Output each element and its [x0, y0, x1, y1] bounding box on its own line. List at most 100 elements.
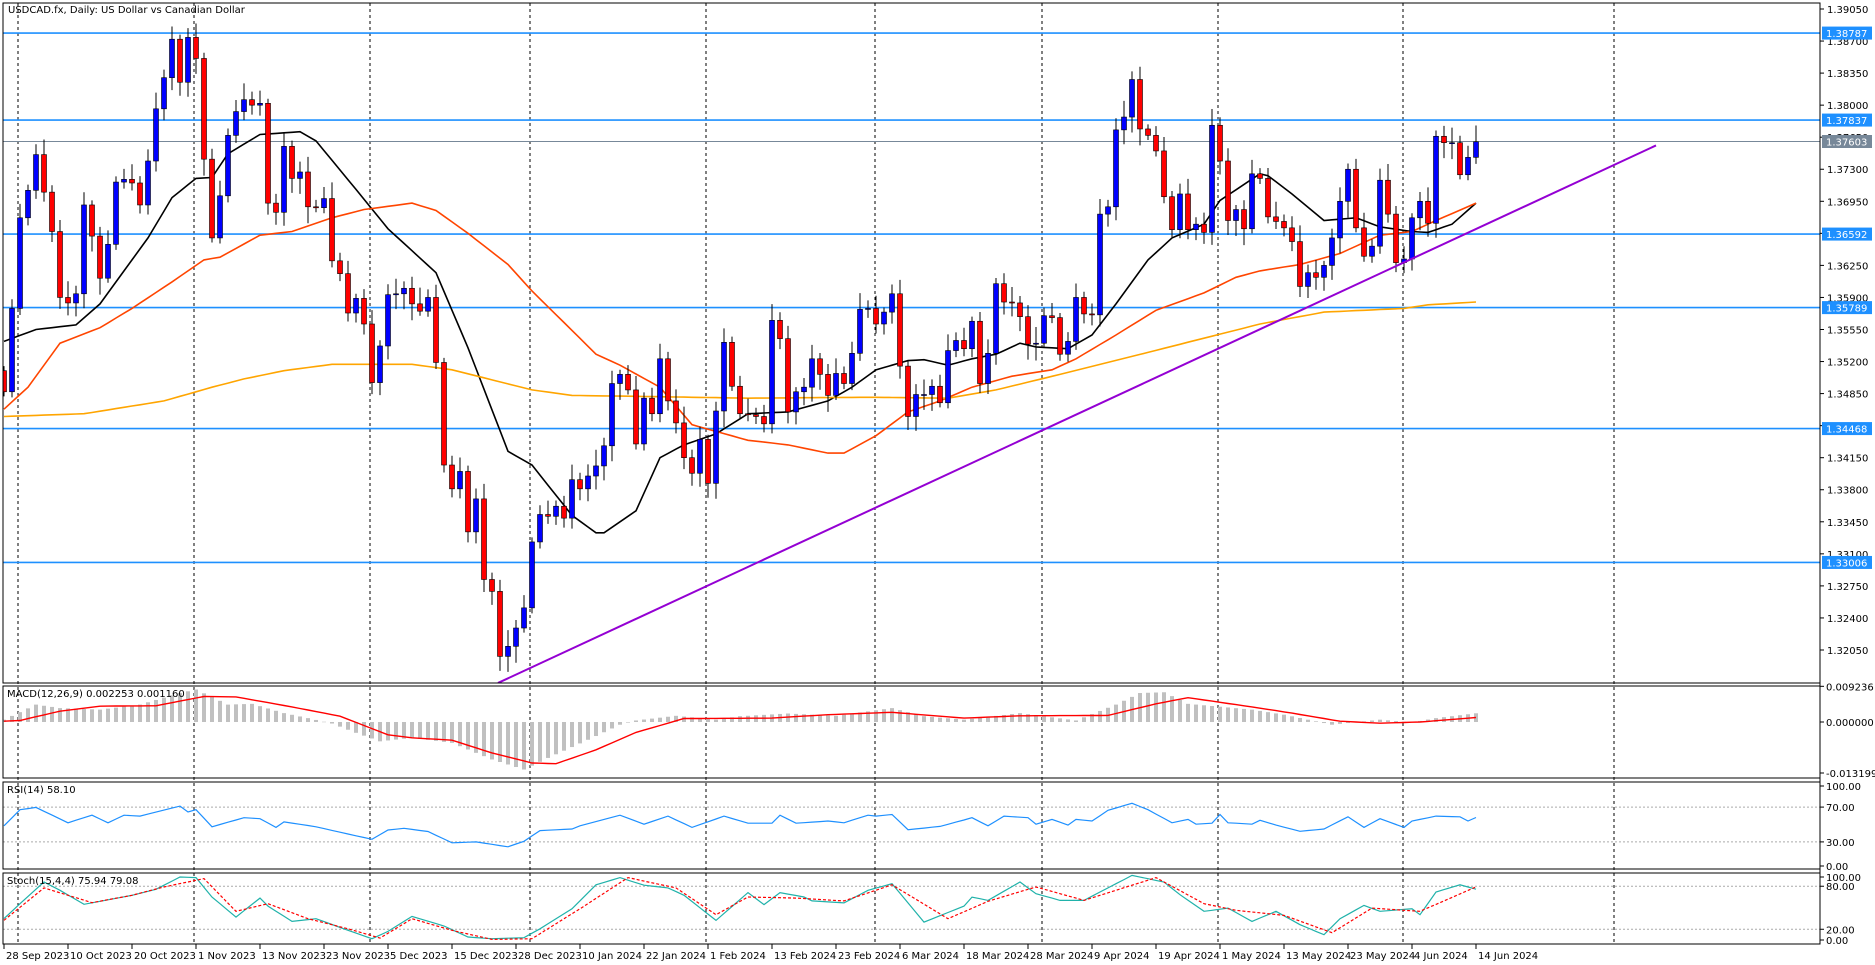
candle-body-bull	[73, 293, 79, 304]
candle-body-bull	[985, 353, 991, 384]
candle-body-bear	[785, 338, 791, 413]
candle[interactable]	[481, 483, 487, 592]
candle-body-bull	[793, 391, 799, 413]
candle-body-bull	[169, 38, 175, 78]
candle-body-bull	[953, 340, 959, 351]
candle-body-bull	[801, 386, 807, 393]
candle[interactable]	[81, 192, 87, 309]
candle[interactable]	[441, 357, 447, 473]
macd-histogram-bar	[322, 721, 326, 723]
candle[interactable]	[1377, 168, 1383, 254]
candle[interactable]	[897, 279, 903, 379]
price-tick-label: 1.39050	[1827, 5, 1868, 16]
candle-body-bear	[1057, 317, 1063, 355]
candle-body-bull	[569, 479, 575, 519]
chart-canvas[interactable]: 1.390501.387001.383501.380001.376501.373…	[0, 0, 1875, 965]
candle-body-bull	[457, 471, 463, 490]
macd-histogram-bar	[930, 716, 934, 722]
candle-body-bear	[273, 202, 279, 213]
candle-body-bear	[1225, 160, 1231, 221]
candle-body-bear	[737, 385, 743, 415]
candle-body-bear	[1281, 221, 1287, 229]
macd-histogram-bar	[1218, 706, 1222, 722]
candle[interactable]	[209, 148, 215, 243]
candle-body-bear	[1393, 213, 1399, 263]
candle[interactable]	[465, 465, 471, 543]
candle-body-bull	[721, 342, 727, 412]
macd-histogram-bar	[1082, 717, 1086, 722]
candle[interactable]	[993, 277, 999, 365]
candle[interactable]	[1433, 130, 1439, 238]
price-level-tag-label: 1.37837	[1826, 116, 1867, 127]
candle[interactable]	[433, 284, 439, 370]
candle-body-bull	[617, 374, 623, 384]
candle-body-bull	[321, 198, 327, 209]
macd-histogram-bar	[594, 722, 598, 737]
candle[interactable]	[57, 219, 63, 309]
candle-body-bear	[465, 471, 471, 533]
candle[interactable]	[1393, 206, 1399, 273]
candle[interactable]	[225, 128, 231, 203]
candle-body-bull	[377, 345, 383, 383]
macd-histogram-bar	[338, 722, 342, 727]
macd-histogram-bar	[114, 707, 118, 722]
candle-body-bull	[1233, 209, 1239, 221]
candle[interactable]	[1057, 313, 1063, 361]
macd-histogram-bar	[362, 722, 366, 736]
candle-body-bull	[1337, 200, 1343, 239]
macd-histogram-bar	[1098, 710, 1102, 722]
macd-histogram-bar	[98, 709, 102, 722]
macd-histogram-bar	[90, 709, 94, 722]
candle-body-bull	[1041, 315, 1047, 344]
candle-body-bull	[81, 204, 87, 295]
macd-histogram-bar	[1298, 718, 1302, 722]
candle-body-bear	[649, 397, 655, 415]
candle[interactable]	[1097, 199, 1103, 327]
candle-body-bull	[1193, 223, 1199, 230]
macd-histogram-bar	[938, 717, 942, 722]
candle[interactable]	[113, 176, 119, 250]
candle[interactable]	[9, 299, 15, 398]
candle[interactable]	[729, 336, 735, 391]
macd-histogram-bar	[562, 722, 566, 751]
candle-body-bear	[761, 416, 767, 425]
candle-body-bear	[961, 340, 967, 350]
macd-histogram-bar	[634, 720, 638, 722]
candle[interactable]	[785, 325, 791, 424]
macd-histogram-bar	[834, 715, 838, 722]
candle[interactable]	[1353, 158, 1359, 233]
chart-title: USDCAD.fx, Daily: US Dollar vs Canadian …	[8, 5, 246, 16]
candle[interactable]	[769, 304, 775, 434]
candle-body-bear	[1385, 179, 1391, 215]
candle-body-bull	[161, 77, 167, 110]
rsi-axis-tick-label: 30.00	[1826, 838, 1855, 849]
candle[interactable]	[265, 98, 271, 215]
candle-body-bull	[121, 179, 127, 183]
candle[interactable]	[201, 52, 207, 176]
price-tick-label: 1.33450	[1827, 518, 1868, 529]
candle-body-bear	[489, 579, 495, 592]
macd-histogram-bar	[522, 722, 526, 770]
candle[interactable]	[17, 203, 23, 315]
candle-body-bull	[1129, 79, 1135, 118]
candle[interactable]	[529, 537, 535, 614]
candle-body-bull	[769, 320, 775, 425]
stochastic-axis-tick-label: 0.00	[1826, 936, 1848, 947]
candle-body-bear	[777, 320, 783, 339]
candle-body-bear	[1425, 200, 1431, 224]
candle[interactable]	[977, 312, 983, 394]
candle-body-bull	[425, 297, 431, 312]
candle[interactable]	[1209, 109, 1215, 245]
candle[interactable]	[1113, 118, 1119, 221]
macd-histogram-bar	[1322, 722, 1326, 724]
candle-body-bear	[481, 498, 487, 580]
macd-histogram-bar	[890, 708, 894, 722]
macd-histogram-bar	[722, 718, 726, 722]
candle[interactable]	[281, 132, 287, 226]
candle-body-bear	[561, 505, 567, 519]
macd-histogram-bar	[1282, 714, 1286, 722]
candle[interactable]	[641, 392, 647, 451]
candle-body-bear	[1289, 227, 1295, 242]
macd-histogram-bar	[130, 705, 134, 722]
candle-body-bull	[1473, 141, 1479, 158]
